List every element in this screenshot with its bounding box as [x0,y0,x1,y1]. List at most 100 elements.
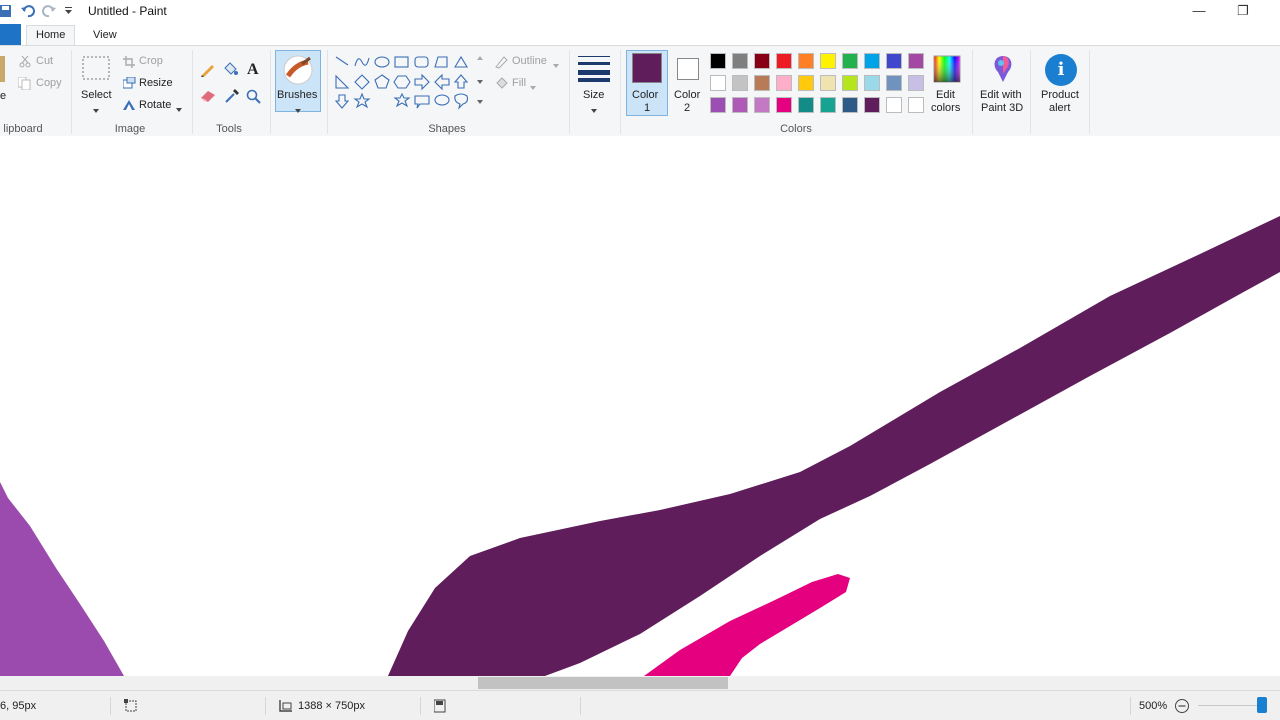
pencil-icon[interactable] [200,61,216,80]
zoom-level: 500% [1139,700,1168,712]
palette-swatch[interactable] [798,97,814,113]
outline-icon [494,55,508,72]
palette-swatch[interactable] [798,75,814,91]
edit-colors-label-2[interactable]: colors [931,102,960,114]
dark-purple-stroke [388,216,1280,676]
palette-swatch[interactable] [864,97,880,113]
palette-swatch[interactable] [886,75,902,91]
palette-swatch[interactable] [886,97,902,113]
size-button[interactable]: Size [583,89,604,101]
product-alert-label-2[interactable]: alert [1049,102,1070,114]
redo-icon[interactable] [42,4,56,18]
palette-swatch[interactable] [908,97,924,113]
color-picker-icon[interactable] [224,88,240,107]
fill-bucket-icon[interactable] [222,61,238,80]
file-size-icon [433,699,446,716]
product-alert-label-1[interactable]: Product [1041,89,1079,101]
palette-swatch[interactable] [754,75,770,91]
palette-swatch[interactable] [820,53,836,69]
selection-size-icon [124,699,138,716]
save-icon[interactable] [0,4,14,18]
resize-button[interactable]: Resize [139,77,173,89]
fill-button[interactable]: Fill [512,77,526,89]
palette-swatch[interactable] [842,75,858,91]
tools-group-label: Tools [216,123,242,135]
palette-swatch[interactable] [864,75,880,91]
paint3d-label-2[interactable]: Paint 3D [981,102,1023,114]
palette-swatch[interactable] [710,53,726,69]
separator [420,697,421,715]
palette-swatch[interactable] [732,97,748,113]
shapes-scroll-icon[interactable] [477,56,483,109]
title-bar: Untitled - Paint — ❐ [0,0,1280,24]
rotate-dropdown-icon[interactable] [176,103,182,115]
zoom-slider-track[interactable] [1198,705,1260,706]
canvas-drawing[interactable] [0,136,1280,676]
palette-swatch[interactable] [732,75,748,91]
palette-swatch[interactable] [908,53,924,69]
paste-label[interactable]: e [0,90,6,102]
tab-view[interactable]: View [84,26,126,45]
status-bar: 6, 95px 1388 × 750px 500% [0,690,1280,720]
paint3d-label-1[interactable]: Edit with [980,89,1022,101]
customize-quick-access-icon[interactable] [62,4,76,18]
zoom-slider-thumb[interactable] [1257,697,1267,713]
fill-dropdown-icon[interactable] [530,81,536,93]
size-dropdown-icon[interactable] [591,104,597,116]
edit-colors-icon[interactable] [933,55,961,86]
separator [1130,697,1131,715]
palette-swatch[interactable] [776,97,792,113]
palette-swatch[interactable] [776,53,792,69]
drawing-canvas[interactable] [0,136,1280,676]
shapes-gallery[interactable] [334,54,486,114]
crop-button[interactable]: Crop [139,55,163,67]
info-icon[interactable]: i [1045,54,1077,86]
edit-colors-label-1[interactable]: Edit [936,89,955,101]
eraser-icon[interactable] [200,89,216,106]
paint3d-icon[interactable] [990,54,1016,87]
palette-swatch[interactable] [754,53,770,69]
tab-home[interactable]: Home [26,25,76,45]
separator [580,697,581,715]
palette-swatch[interactable] [710,75,726,91]
palette-swatch[interactable] [710,97,726,113]
palette-swatch[interactable] [886,53,902,69]
paste-icon[interactable] [0,54,6,87]
cursor-position: 6, 95px [0,700,37,712]
undo-icon[interactable] [21,4,35,18]
canvas-size: 1388 × 750px [298,700,365,712]
cut-button[interactable]: Cut [36,55,53,67]
separator [569,50,570,134]
text-icon[interactable]: A [246,60,262,79]
palette-swatch[interactable] [754,97,770,113]
cut-icon [19,55,31,71]
magnifier-icon[interactable] [246,89,262,108]
palette-swatch[interactable] [798,53,814,69]
scrollbar-thumb[interactable] [478,677,728,689]
select-icon[interactable] [82,56,110,83]
palette-swatch[interactable] [732,53,748,69]
size-icon[interactable] [578,55,610,86]
copy-button[interactable]: Copy [36,77,62,89]
brushes-dropdown-icon[interactable] [295,104,301,116]
restore-button[interactable]: ❐ [1229,3,1257,19]
tab-file[interactable] [0,24,21,45]
horizontal-scrollbar[interactable] [0,676,1280,690]
palette-swatch[interactable] [820,97,836,113]
palette-swatch[interactable] [820,75,836,91]
palette-swatch[interactable] [842,53,858,69]
color2-label[interactable]: Color [674,89,700,101]
palette-swatch[interactable] [776,75,792,91]
select-dropdown-icon[interactable] [93,104,99,116]
palette-swatch[interactable] [908,75,924,91]
zoom-out-icon[interactable] [1174,698,1190,717]
palette-swatch[interactable] [864,53,880,69]
minimize-button[interactable]: — [1185,3,1213,19]
color2-swatch[interactable] [677,58,699,80]
rotate-button[interactable]: Rotate [139,99,171,111]
palette-swatch[interactable] [842,97,858,113]
select-button[interactable]: Select [81,89,112,101]
outline-dropdown-icon[interactable] [553,59,559,71]
svg-text:A: A [247,61,259,76]
outline-button[interactable]: Outline [512,55,547,67]
